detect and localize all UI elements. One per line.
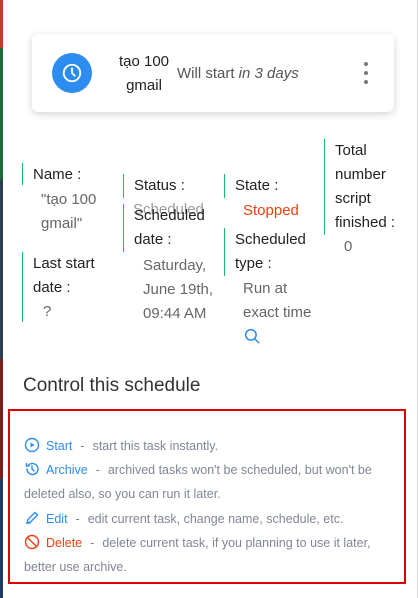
total-finished-field: Total number script finished :	[324, 139, 405, 235]
status-field: Status :	[123, 174, 220, 198]
last-start-label: Last start date :	[33, 255, 95, 296]
control-delete-row: Delete - delete current task, if you plann…	[24, 531, 394, 579]
control-edit-row: Edit - edit current task, change name, sch…	[24, 507, 394, 531]
start-link[interactable]: Start	[46, 439, 72, 453]
name-value-block: "tạo 100 gmail"	[33, 188, 113, 236]
start-description: start this task instantly.	[92, 439, 219, 453]
play-icon[interactable]	[24, 437, 40, 453]
scheduled-type-value-block: Run at exact time	[243, 277, 313, 349]
state-label: State :	[235, 177, 279, 194]
status-when: in 3 days	[238, 65, 299, 82]
last-start-value: ?	[43, 303, 52, 320]
scheduled-type-value: Run at exact time	[243, 280, 312, 321]
ban-icon[interactable]	[24, 534, 40, 550]
scheduled-type-field: Scheduled type :	[224, 228, 315, 276]
status-label: Status :	[134, 177, 185, 194]
last-start-field: Last start date : ?	[22, 252, 115, 322]
separator: -	[75, 512, 80, 526]
name-label: Name :	[33, 166, 82, 183]
total-finished-label: Total number script finished :	[335, 142, 396, 231]
edit-link[interactable]: Edit	[46, 512, 68, 526]
scheduled-date-value: Saturday, June 19th, 09:44 AM	[143, 257, 214, 322]
more-menu-icon[interactable]	[360, 62, 372, 84]
scheduled-date-field: Scheduled date :	[123, 204, 220, 252]
history-icon[interactable]	[24, 461, 40, 477]
total-finished-value: 0	[344, 238, 353, 255]
separator: -	[95, 463, 100, 477]
left-window-edge	[0, 0, 3, 598]
scheduled-type-label: Scheduled type :	[235, 231, 306, 272]
status-prefix: Will start	[177, 65, 239, 82]
pencil-icon[interactable]	[24, 510, 40, 526]
edit-description: edit current task, change name, schedule…	[87, 512, 344, 526]
schedule-title: tạo 100 gmail	[118, 53, 170, 94]
state-field: State :	[224, 174, 321, 198]
schedule-status-text: Will start in 3 days	[177, 65, 299, 82]
separator: -	[80, 439, 85, 453]
control-section-title: Control this schedule	[23, 375, 201, 396]
search-icon[interactable]	[243, 327, 261, 345]
schedule-card: tạo 100 gmail Will start in 3 days	[32, 34, 394, 112]
delete-link[interactable]: Delete	[46, 536, 82, 550]
name-value: "tạo 100 gmail"	[41, 191, 97, 232]
control-start-row: Start - start this task instantly.	[24, 434, 394, 458]
state-value: Stopped	[243, 202, 299, 219]
control-archive-row: Archive - archived tasks won't be schedule…	[24, 458, 394, 506]
control-panel: Start - start this task instantly. Archive…	[8, 409, 406, 584]
archive-link[interactable]: Archive	[46, 463, 88, 477]
scheduled-date-label: Scheduled date :	[134, 207, 205, 248]
clock-icon	[52, 53, 92, 93]
name-field: Name :	[22, 163, 115, 185]
separator: -	[90, 536, 95, 550]
